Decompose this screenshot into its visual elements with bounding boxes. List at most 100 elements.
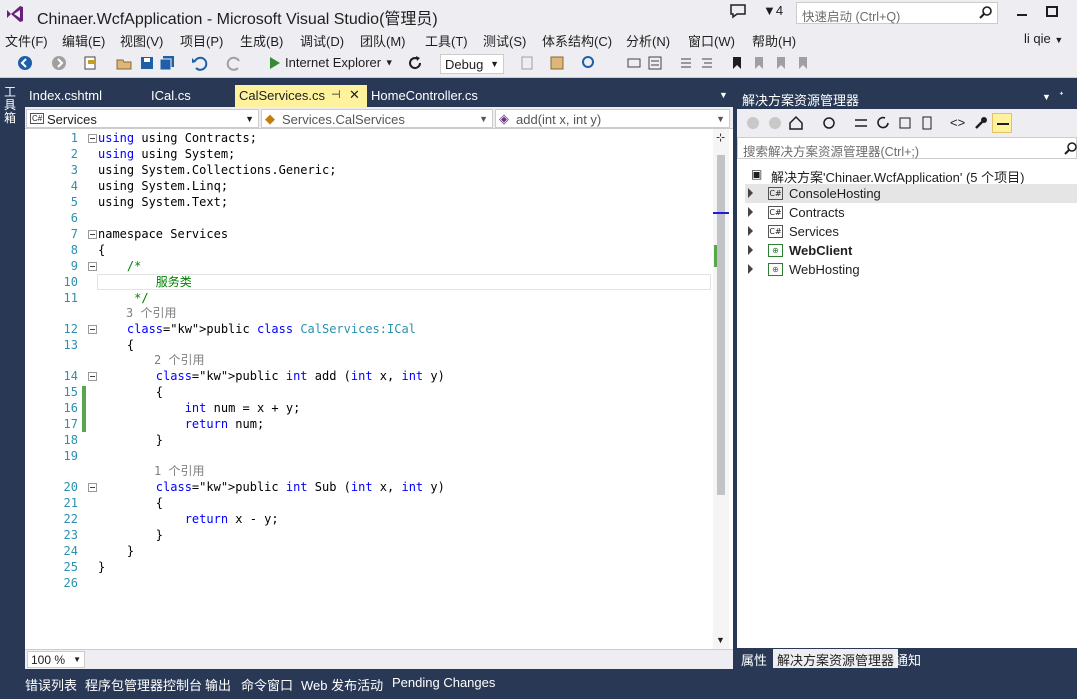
bookmark-icon[interactable] [728, 54, 746, 72]
uncomment-icon[interactable] [698, 54, 716, 72]
tab-list-dropdown-icon[interactable]: ▼ [719, 90, 728, 100]
scrollbar-thumb[interactable] [717, 155, 725, 495]
menu-window[interactable]: 窗口(W) [688, 31, 735, 50]
menu-help[interactable]: 帮助(H) [752, 31, 796, 50]
start-debugging-button[interactable]: Internet Explorer ▼ [270, 54, 394, 74]
tab-homecontroller-cs[interactable]: HomeController.cs [367, 85, 507, 107]
tree-item-consolehosting[interactable]: C# ConsoleHosting [745, 184, 1077, 203]
forward-icon[interactable] [50, 54, 68, 72]
notifications-flag[interactable]: ▼4 [763, 3, 783, 18]
tab-properties[interactable]: 属性 [737, 649, 771, 668]
menu-build[interactable]: 生成(B) [240, 31, 283, 50]
collapse-icon[interactable] [88, 483, 97, 492]
tab-notifications[interactable]: 通知 [891, 649, 925, 668]
refresh-icon[interactable] [875, 115, 891, 131]
undo-icon[interactable] [190, 54, 208, 72]
tab-command-window[interactable]: 命令窗口 [241, 675, 293, 694]
feedback-icon[interactable] [729, 3, 747, 19]
zoom-select[interactable]: 100 % ▼ [27, 651, 85, 668]
user-account[interactable]: li qie ▼ [1024, 31, 1063, 46]
tab-package-manager-console[interactable]: 程序包管理器控制台 [85, 675, 202, 694]
browser-link-icon[interactable] [580, 54, 598, 72]
solution-root-node[interactable]: ▣ 解决方案'Chinaer.WcfApplication' (5 个项目) [750, 165, 1070, 185]
collapse-all-icon[interactable] [897, 115, 913, 131]
tree-item-webhosting[interactable]: ⊕ WebHosting [745, 260, 1077, 279]
expand-arrow-icon[interactable] [748, 226, 753, 236]
show-all-files-icon[interactable] [919, 115, 935, 131]
tab-web-publish-activity[interactable]: Web 发布活动 [301, 675, 383, 694]
menu-view[interactable]: 视图(V) [120, 31, 163, 50]
codelens-references[interactable]: 1 个引用 [154, 463, 204, 479]
view-code-icon[interactable]: <> [950, 115, 965, 130]
tree-item-services[interactable]: C# Services [745, 222, 1077, 241]
codelens-references[interactable]: 2 个引用 [154, 352, 204, 368]
project-dropdown[interactable]: C# Services ▼ [26, 109, 259, 128]
next-bookmark-icon[interactable] [772, 54, 790, 72]
properties-icon[interactable] [646, 54, 664, 72]
close-icon[interactable]: ✕ [349, 87, 360, 103]
expand-arrow-icon[interactable] [748, 207, 753, 217]
tab-pending-changes[interactable]: Pending Changes [392, 675, 495, 690]
back-icon[interactable] [16, 54, 34, 72]
type-dropdown[interactable]: ◆ Services.CalServices ▼ [261, 109, 493, 128]
menu-edit[interactable]: 编辑(E) [62, 31, 105, 50]
menu-analyze[interactable]: 分析(N) [626, 31, 670, 50]
collapse-icon[interactable] [88, 325, 97, 334]
expand-arrow-icon[interactable] [748, 188, 753, 198]
toolbox-tab[interactable]: 工具箱 [4, 86, 20, 125]
comment-out-icon[interactable] [677, 54, 695, 72]
menu-test[interactable]: 测试(S) [483, 31, 526, 50]
minimize-icon[interactable] [1012, 2, 1032, 22]
menu-file[interactable]: 文件(F) [5, 31, 48, 50]
member-dropdown[interactable]: ◈ add(int x, int y) ▼ [495, 109, 730, 128]
menu-team[interactable]: 团队(M) [360, 31, 406, 50]
scroll-down-icon[interactable]: ▼ [716, 635, 725, 645]
quick-launch-input[interactable]: 快速启动 (Ctrl+Q) [796, 2, 998, 24]
menu-architecture[interactable]: 体系结构(C) [542, 31, 612, 50]
pin-icon[interactable]: ⊣ [331, 88, 341, 101]
solution-configuration-select[interactable]: Debug ▼ [440, 54, 504, 74]
preview-selected-items-icon[interactable] [992, 113, 1012, 133]
forward-icon[interactable] [767, 115, 783, 131]
refresh-icon[interactable] [406, 54, 424, 72]
panel-menu-icon[interactable]: ▼ [1042, 92, 1051, 102]
collapse-icon[interactable] [88, 230, 97, 239]
auto-hide-pin-icon[interactable]: ᐩ [1059, 89, 1064, 103]
new-project-icon[interactable] [82, 54, 100, 72]
expand-arrow-icon[interactable] [748, 245, 753, 255]
tree-item-webclient[interactable]: ⊕ WebClient [745, 241, 1077, 260]
expand-arrow-icon[interactable] [748, 264, 753, 274]
code-editor[interactable]: 1 using using Contracts; 2 using using S… [25, 129, 713, 649]
home-icon[interactable] [788, 115, 804, 131]
collapse-icon[interactable] [88, 372, 97, 381]
tab-calservices-cs[interactable]: CalServices.cs ⊣ ✕ [235, 85, 367, 107]
solution-explorer-icon[interactable] [548, 54, 566, 72]
editor-vertical-scrollbar[interactable]: ⊹ ▼ [713, 129, 729, 649]
save-icon[interactable] [138, 54, 156, 72]
sync-with-document-icon[interactable] [853, 115, 869, 131]
codelens-references[interactable]: 3 个引用 [126, 305, 176, 321]
find-in-files-icon[interactable] [518, 54, 536, 72]
back-icon[interactable] [745, 115, 761, 131]
menu-project[interactable]: 项目(P) [180, 31, 223, 50]
save-all-icon[interactable] [158, 54, 176, 72]
menu-debug[interactable]: 调试(D) [300, 31, 344, 50]
pending-changes-filter-icon[interactable] [821, 115, 837, 131]
clear-bookmarks-icon[interactable] [794, 54, 812, 72]
tab-ical-cs[interactable]: ICal.cs [147, 85, 235, 107]
tab-output[interactable]: 输出 [205, 675, 231, 694]
redo-icon[interactable] [226, 54, 244, 72]
maximize-icon[interactable] [1042, 2, 1062, 22]
tab-index-cshtml[interactable]: Index.cshtml [25, 85, 147, 107]
split-icon[interactable]: ⊹ [716, 131, 725, 144]
properties-wrench-icon[interactable] [973, 115, 989, 131]
start-page-icon[interactable] [625, 54, 643, 72]
tab-error-list[interactable]: 错误列表 [25, 675, 77, 694]
open-file-icon[interactable] [115, 54, 133, 72]
tab-solution-explorer[interactable]: 解决方案资源管理器 [773, 649, 899, 668]
solution-search-input[interactable]: 搜索解决方案资源管理器(Ctrl+;) [737, 137, 1077, 159]
tree-item-contracts[interactable]: C# Contracts [745, 203, 1077, 222]
menu-tools[interactable]: 工具(T) [425, 31, 468, 50]
collapse-icon[interactable] [88, 134, 97, 143]
previous-bookmark-icon[interactable] [750, 54, 768, 72]
